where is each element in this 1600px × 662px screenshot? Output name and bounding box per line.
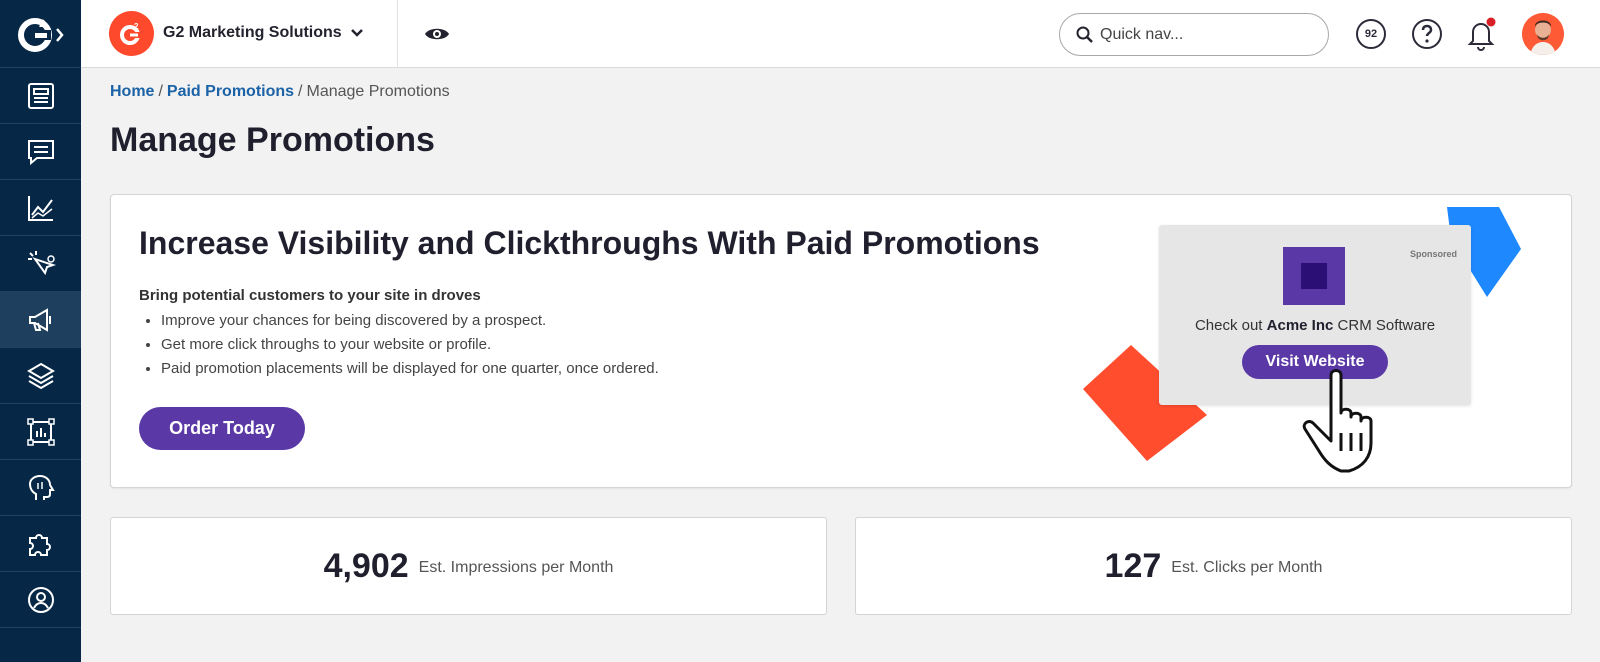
list-item: Get more click throughs to your website …: [161, 333, 659, 357]
breadcrumb: Home / Paid Promotions / Manage Promotions: [110, 83, 450, 101]
chat-icon: [27, 139, 54, 165]
chevron-down-icon[interactable]: [349, 25, 365, 41]
ad-company-name: Acme Inc: [1266, 317, 1334, 334]
eye-icon[interactable]: [423, 22, 451, 46]
sidebar-nav: 2: [0, 0, 81, 662]
ad-text-suffix: CRM Software: [1333, 317, 1436, 334]
sidebar-item-promotions[interactable]: [0, 292, 81, 348]
clicks-value: 127: [1104, 546, 1162, 585]
chart-icon: [27, 195, 53, 221]
svg-text:2: 2: [134, 22, 139, 31]
clicks-label: Est. Clicks per Month: [1171, 559, 1323, 576]
top-bar: 2 G2 Marketing Solutions 92: [81, 0, 1600, 68]
acme-logo: [1283, 247, 1345, 305]
impressions-stat-card: 4,902 Est. Impressions per Month: [110, 517, 827, 615]
sidebar-item-account[interactable]: [0, 572, 81, 628]
divider: [397, 0, 398, 68]
report-frame-icon: [26, 417, 55, 446]
order-today-button[interactable]: Order Today: [139, 407, 305, 450]
layers-icon: [26, 362, 55, 389]
sidebar-item-integrations[interactable]: [0, 516, 81, 572]
bell-icon[interactable]: [1465, 17, 1497, 51]
dashboard-icon: [27, 82, 54, 109]
clicks-stat-card: 127 Est. Clicks per Month: [855, 517, 1572, 615]
user-circle-icon: [27, 586, 54, 613]
promo-card: Increase Visibility and Clickthroughs Wi…: [110, 194, 1572, 488]
breadcrumb-current: Manage Promotions: [306, 83, 450, 100]
list-item: Improve your chances for being discovere…: [161, 309, 659, 333]
user-photo: [1522, 13, 1564, 55]
g2-brand-icon: 2: [119, 22, 140, 45]
svg-text:2: 2: [39, 18, 45, 30]
promo-subheading: Bring potential customers to your site i…: [139, 287, 481, 304]
megaphone-icon: [28, 307, 51, 332]
quick-nav-search[interactable]: [1059, 13, 1329, 56]
breadcrumb-home[interactable]: Home: [110, 83, 154, 100]
account-logo[interactable]: 2: [109, 11, 154, 56]
search-input[interactable]: [1100, 25, 1300, 44]
help-icon[interactable]: [1411, 18, 1443, 50]
avatar[interactable]: [1522, 13, 1564, 55]
sidebar-item-analytics[interactable]: [0, 180, 81, 236]
sidebar-item-targeting[interactable]: [0, 236, 81, 292]
puzzle-icon: [28, 533, 51, 556]
sidebar-item-buyer-intent[interactable]: [0, 460, 81, 516]
breadcrumb-separator: /: [298, 83, 303, 100]
sidebar-item-dashboard[interactable]: [0, 68, 81, 124]
breadcrumb-paid-promotions[interactable]: Paid Promotions: [167, 83, 294, 100]
sponsored-label: Sponsored: [1409, 249, 1457, 259]
click-target-icon: [27, 250, 56, 275]
impressions-label: Est. Impressions per Month: [418, 559, 614, 576]
promo-heading: Increase Visibility and Clickthroughs Wi…: [139, 225, 1040, 261]
pointing-hand-icon: [1302, 369, 1373, 473]
sidebar-item-messages[interactable]: [0, 124, 81, 180]
impressions-value: 4,902: [323, 546, 409, 585]
ad-text-prefix: Check out: [1194, 317, 1267, 334]
account-name[interactable]: G2 Marketing Solutions: [163, 24, 342, 42]
search-icon: [1076, 26, 1093, 43]
page-title: Manage Promotions: [110, 121, 435, 159]
sidebar-item-products[interactable]: [0, 348, 81, 404]
score-badge[interactable]: 92: [1356, 19, 1386, 49]
list-item: Paid promotion placements will be displa…: [161, 357, 659, 381]
breadcrumb-separator: /: [158, 83, 163, 100]
sidebar-item-reports[interactable]: [0, 404, 81, 460]
promo-benefits-list: Improve your chances for being discovere…: [161, 309, 659, 381]
head-profile-icon: [28, 474, 55, 500]
ad-text: Check out Acme Inc CRM Software: [1159, 317, 1471, 334]
g2-logo-icon[interactable]: 2: [0, 0, 81, 68]
